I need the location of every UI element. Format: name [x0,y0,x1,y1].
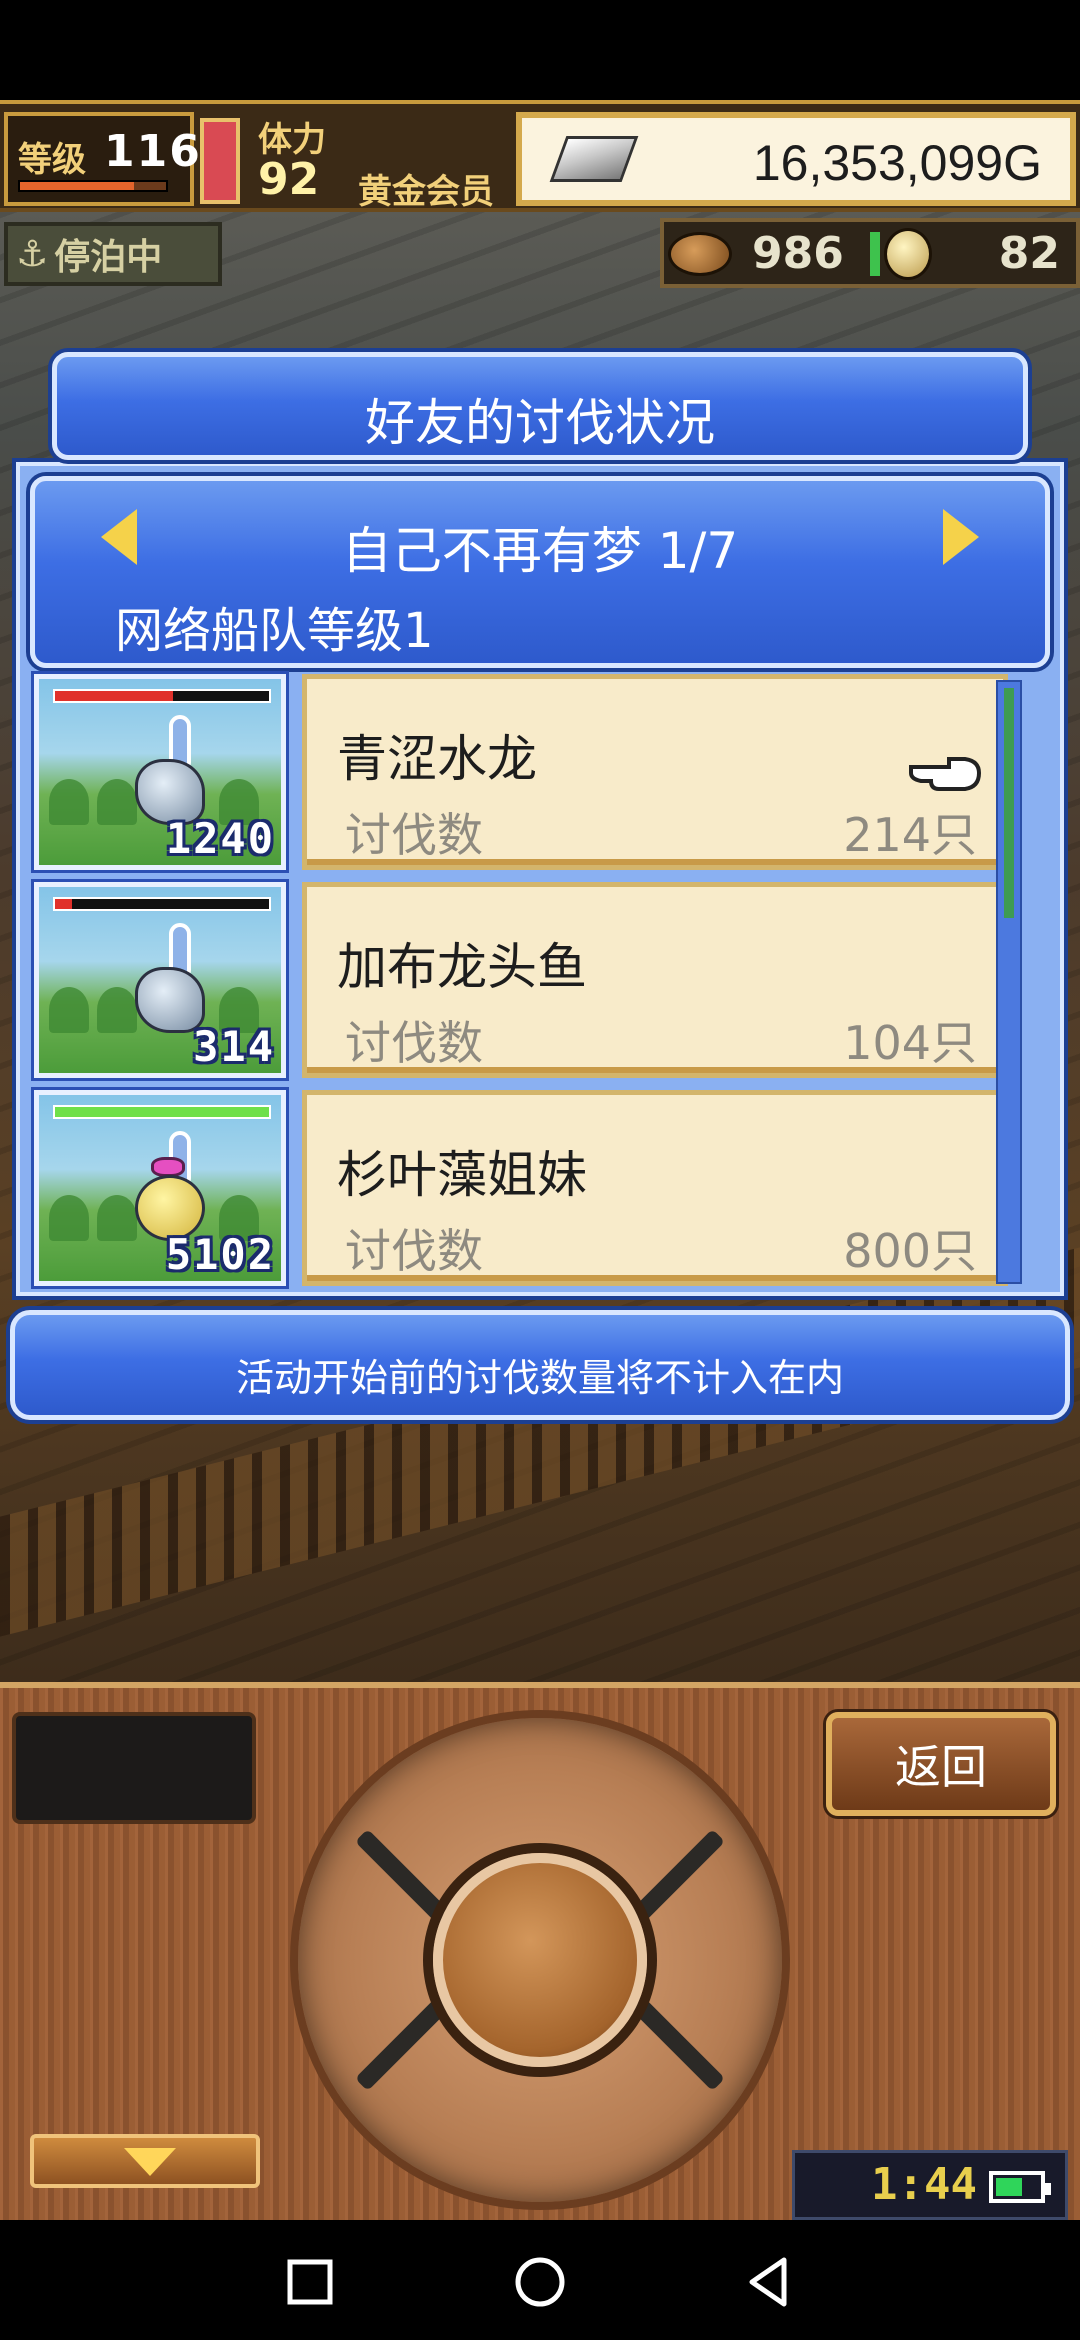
coin-value: 82 [998,228,1060,279]
notice-text: 活动开始前的讨伐数量将不计入在内 [235,1356,844,1400]
pointing-hand-icon [909,757,982,791]
kill-count-label: 讨伐数 [345,1016,483,1070]
monster-name: 加布龙头鱼 [337,938,587,996]
dpad-center-button[interactable] [433,1853,647,2067]
level-panel: 等级 116 [4,112,200,206]
system-nav-bar [0,2220,1080,2340]
level-value: 116 [104,126,202,177]
circle-icon[interactable] [510,2252,570,2312]
control-panel: 返回 1:44 [0,1682,1080,2220]
gold-panel: 16,353,099G [516,112,1076,206]
clock-time: 1:44 [871,2159,977,2210]
monster-list[interactable]: 1240 青涩水龙 讨伐数 214只 314 加布龙头鱼 讨伐数 104只 51… [30,670,1050,1290]
kill-count-value: 104只 [843,1016,977,1070]
monster-name: 杉叶藻姐妹 [337,1146,587,1204]
empty-slot [12,1712,256,1824]
notice-bar: 活动开始前的讨伐数量将不计入在内 [10,1310,1070,1420]
status-bar [0,0,1080,100]
dialog-title-bar: 好友的讨伐状况 [52,352,1028,460]
list-item[interactable]: 1240 青涩水龙 讨伐数 214只 [30,670,1030,870]
experience-bar [18,180,168,192]
battery-icon [989,2171,1051,2203]
monster-thumbnail: 1240 [34,674,286,870]
kill-count-value: 800只 [843,1224,977,1278]
food-icon [668,232,732,276]
hp-fill [55,691,173,701]
monster-name: 青涩水龙 [337,730,537,788]
battery-fill [996,2178,1023,2196]
gold-value: 16,353,099G [752,135,1042,191]
monster-thumbnail: 5102 [34,1090,286,1286]
kill-count-label: 讨伐数 [345,1224,483,1278]
chevron-down-icon [124,2148,176,2176]
stamina-panel: 体力 92 黄金会员 [248,112,518,212]
directional-pad[interactable] [290,1710,790,2210]
coin-icon [884,228,932,280]
hp-fill [55,1107,269,1117]
friend-name: 自己不再有梦 1/7 [341,522,739,580]
monster-info-card[interactable]: 青涩水龙 讨伐数 214只 [302,674,1008,870]
stamina-value: 92 [258,154,320,205]
square-icon[interactable] [280,2252,340,2312]
resource-divider [870,232,880,276]
level-label: 等级 [18,140,86,180]
anchor-icon: ⚓ [16,233,49,275]
friend-header: 自己不再有梦 1/7 网络船队等级1 [30,476,1050,668]
fleet-level: 网络船队等级1 [115,603,434,659]
scrollbar[interactable] [996,680,1022,1284]
next-friend-arrow-icon[interactable] [943,509,979,565]
docked-label: 停泊中 [54,237,163,278]
back-button[interactable]: 返回 [826,1712,1056,1816]
list-item[interactable]: 5102 杉叶藻姐妹 讨伐数 800只 [30,1086,1030,1286]
stamina-gauge [200,118,240,204]
monster-info-card[interactable]: 杉叶藻姐妹 讨伐数 800只 [302,1090,1008,1286]
monster-info-card[interactable]: 加布龙头鱼 讨伐数 104只 [302,882,1008,1078]
kill-count-value: 214只 [843,808,977,862]
docked-status: ⚓ 停泊中 [4,222,222,286]
silver-bar-icon [549,136,639,182]
triangle-back-icon[interactable] [740,2252,800,2312]
food-value: 986 [752,228,844,279]
hp-bar [53,897,271,911]
hp-bar [53,1105,271,1119]
monster-number: 5102 [165,1230,275,1279]
top-hud: 等级 116 体力 92 黄金会员 16,353,099G [0,100,1080,212]
ship-railing [0,1247,1080,1637]
resource-strip: 986 82 [660,218,1080,288]
list-item[interactable]: 314 加布龙头鱼 讨伐数 104只 [30,878,1030,1078]
menu-toggle-button[interactable] [30,2134,260,2188]
bow-icon [151,1157,185,1177]
clock-panel: 1:44 [792,2150,1068,2220]
monster-number: 314 [193,1022,275,1071]
hp-bar [53,689,271,703]
dialog-title: 好友的讨伐状况 [365,394,715,452]
scrollbar-thumb[interactable] [1004,688,1014,918]
monster-number: 1240 [165,814,275,863]
monster-thumbnail: 314 [34,882,286,1078]
member-badge: 黄金会员 [358,172,494,212]
hp-fill [55,899,73,909]
kill-count-label: 讨伐数 [345,808,483,862]
